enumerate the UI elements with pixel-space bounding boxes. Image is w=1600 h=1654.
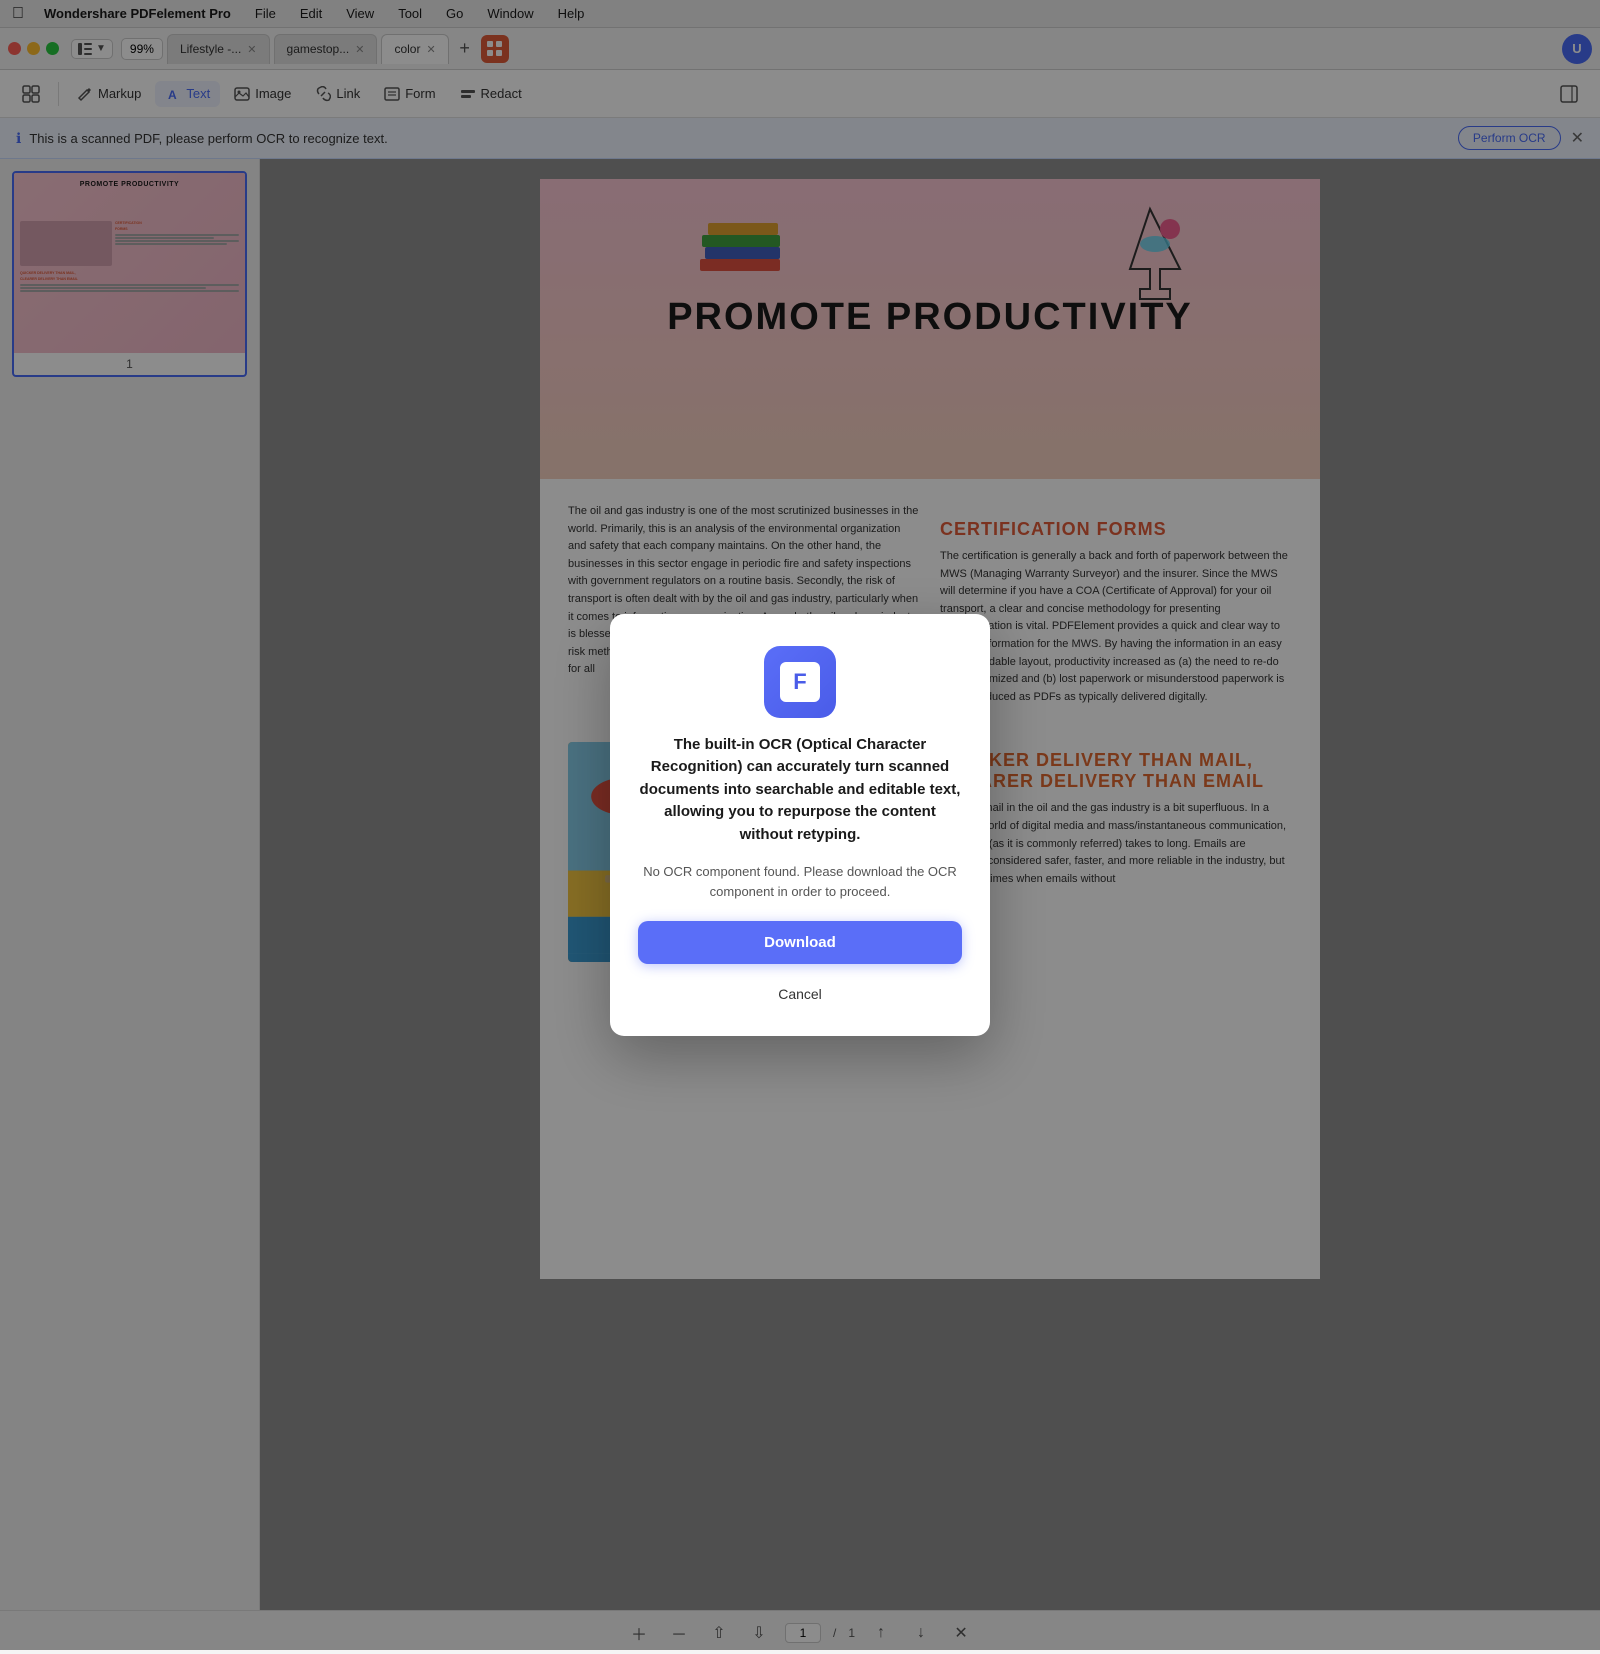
modal-app-icon: F (764, 646, 836, 718)
modal-title: The built-in OCR (Optical Character Reco… (638, 734, 962, 847)
cancel-button[interactable]: Cancel (772, 980, 828, 1008)
modal-overlay: F The built-in OCR (Optical Character Re… (0, 0, 1600, 1650)
ocr-modal: F The built-in OCR (Optical Character Re… (610, 614, 990, 1037)
download-button[interactable]: Download (638, 921, 962, 964)
modal-icon-inner: F (780, 662, 820, 702)
modal-description: No OCR component found. Please download … (638, 862, 962, 901)
